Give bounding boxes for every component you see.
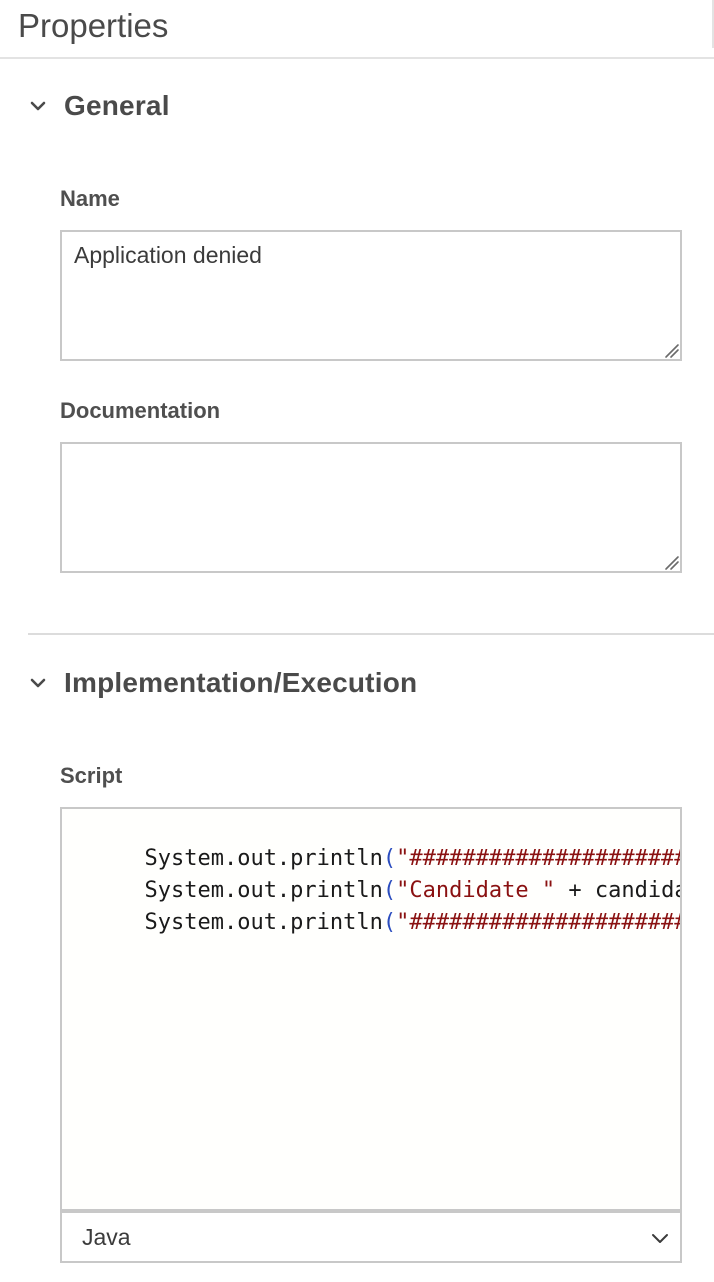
script-language-value: Java [82,1223,131,1250]
implementation-section-title: Implementation/Execution [64,667,418,698]
code-token-paren: ( [382,910,397,935]
general-section-title: General [64,90,170,121]
chevron-down-icon [650,1227,670,1247]
name-label: Name [60,186,120,211]
documentation-field[interactable] [60,442,682,573]
chevron-down-icon [28,673,48,693]
documentation-label: Documentation [60,398,221,423]
name-field[interactable] [60,230,682,361]
chevron-down-icon [28,96,48,116]
code-line: System.out.println("####################… [65,875,680,971]
code-token-call: System.out.println [144,910,383,935]
resize-grip-icon[interactable] [662,553,680,571]
script-label: Script [60,763,123,788]
resize-grip-icon[interactable] [662,341,680,359]
properties-panel: Properties General Name Documentation I [0,0,714,1282]
code-token-string: "############################ [396,910,680,935]
general-section-toggle[interactable]: General [28,86,170,126]
script-language-select[interactable]: Java [60,1211,682,1263]
panel-header: Properties [0,0,714,59]
panel-title: Properties [18,7,169,44]
script-editor[interactable]: System.out.println("####################… [60,807,682,1211]
implementation-section-toggle[interactable]: Implementation/Execution [28,663,417,703]
section-divider [28,633,714,635]
